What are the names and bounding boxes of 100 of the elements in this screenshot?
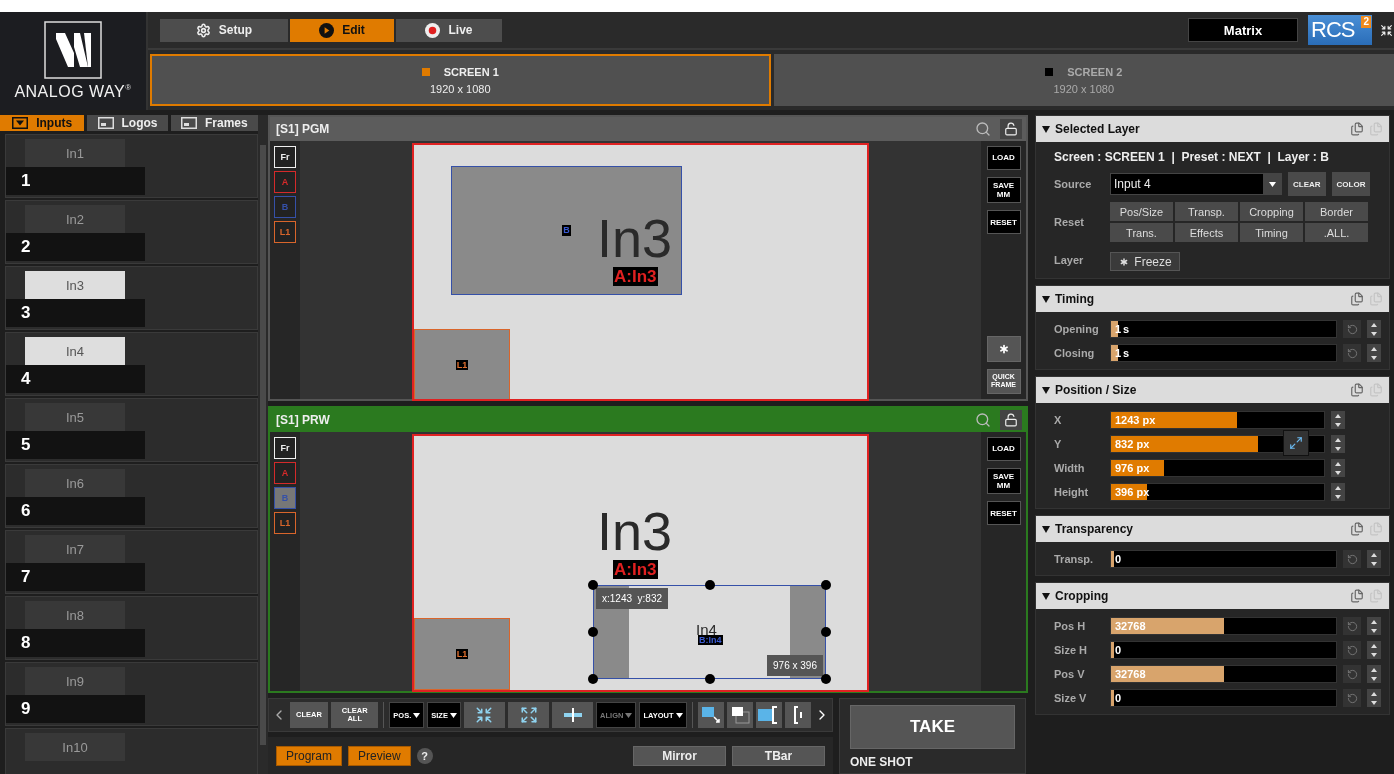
input-tile[interactable]: In10 [5,728,258,774]
spin-buttons[interactable] [1331,483,1345,501]
input-tile[interactable]: In4 4 [5,332,258,396]
spin-buttons[interactable] [1331,459,1345,477]
reset-option-button[interactable]: Transp. [1175,202,1238,221]
resize-handle[interactable] [821,674,831,684]
spin-buttons[interactable] [1367,689,1381,707]
mirror-button[interactable]: Mirror [633,745,726,766]
spin-buttons[interactable] [1367,617,1381,635]
screen-tab[interactable]: SCREEN 2 1920 x 1080 [773,54,1394,106]
monitor-button[interactable]: LOAD [986,146,1021,170]
layer-rectangle[interactable]: In4 B:In4 x:1243 y:832 976 x 396 [593,585,826,679]
monitor-button[interactable]: RESET [986,210,1021,235]
mode-tab[interactable]: Live [396,18,502,42]
reset-option-button[interactable]: Cropping [1240,202,1303,221]
screen-tab[interactable]: SCREEN 1 1920 x 1080 [150,54,771,106]
input-tile[interactable]: In3 3 [5,266,258,330]
layer-button[interactable]: L1 [274,221,296,243]
monitor-button[interactable]: SAVE MM [986,468,1021,495]
monitor-button[interactable]: SAVE MM [986,177,1021,204]
logo-layer[interactable]: L1 [414,618,510,690]
spin-buttons[interactable] [1367,344,1381,362]
value-slider[interactable]: 1 s [1110,320,1337,338]
section-header[interactable]: Selected Layer [1036,116,1389,142]
library-tab[interactable]: Frames [170,115,258,131]
monitor-button[interactable]: RESET [986,501,1021,526]
value-slider[interactable]: 0 [1110,689,1337,707]
section-header[interactable]: Position / Size [1036,377,1389,403]
layer-button[interactable]: Fr [274,437,296,459]
reset-option-button[interactable]: Border [1305,202,1368,221]
resize-handle[interactable] [821,627,831,637]
reset-option-button[interactable]: Pos/Size [1110,202,1173,221]
monitor-button[interactable]: LOAD [986,437,1021,461]
input-tile[interactable]: In8 8 [5,596,258,660]
unlock-icon[interactable] [1000,119,1022,139]
view-toggle[interactable]: Preview [348,745,411,766]
tool-button[interactable] [726,702,753,728]
reset-option-button[interactable]: Timing [1240,223,1303,242]
aspect-ratio-button[interactable] [1283,430,1309,456]
tool-button[interactable] [755,702,782,728]
layer-button[interactable]: L1 [274,512,296,534]
reset-option-button[interactable]: Trans. [1110,223,1173,242]
logo-layer[interactable]: L1 [414,329,510,399]
value-slider[interactable]: 0 [1110,641,1337,659]
reset-option-button[interactable]: .ALL. [1305,223,1368,242]
tool-button[interactable] [697,702,724,728]
freeze-button[interactable] [986,335,1021,362]
spin-buttons[interactable] [1367,641,1381,659]
input-tile[interactable]: In5 5 [5,398,258,462]
spin-buttons[interactable] [1367,550,1381,568]
resize-handle[interactable] [821,580,831,590]
input-tile[interactable]: In2 2 [5,200,258,264]
value-slider[interactable]: 0 [1110,550,1337,568]
tbar-button[interactable]: TBar [732,745,825,766]
resize-handle[interactable] [704,674,715,684]
spin-buttons[interactable] [1331,411,1345,429]
slider-value: 976 px [1115,462,1150,474]
section-header[interactable]: Cropping [1036,583,1389,609]
tool-button[interactable] [552,702,594,728]
source-select[interactable]: Input 4 [1110,173,1282,195]
tool-button[interactable] [784,702,811,728]
source-button[interactable]: COLOR [1331,172,1371,196]
resize-handle[interactable] [588,674,598,684]
take-button[interactable]: TAKE [850,705,1015,749]
help-icon[interactable]: ? [416,747,433,764]
unlock-icon[interactable] [1000,410,1022,430]
library-tab[interactable]: Inputs [0,115,85,131]
layer-button[interactable]: Fr [274,146,296,168]
field-label: Transp. [1054,553,1095,565]
section-header[interactable]: Transparency [1036,516,1389,542]
resize-handle[interactable] [704,580,715,590]
input-tile[interactable]: In6 6 [5,464,258,528]
copy-icon[interactable] [1350,383,1364,397]
mode-tab[interactable]: Setup [160,18,288,42]
layer-tag: L1 [455,648,469,660]
mode-tab[interactable]: Edit [290,18,394,42]
spin-buttons[interactable] [1367,665,1381,683]
input-tile[interactable]: In7 7 [5,530,258,594]
library-tab[interactable]: Logos [87,115,168,131]
tool-button[interactable] [508,702,550,728]
matrix-button[interactable]: Matrix [1188,18,1298,42]
scrollbar-thumb[interactable] [260,145,266,745]
gear-icon [195,22,211,38]
copy-icon[interactable] [1350,122,1364,136]
section-header[interactable]: Timing [1036,286,1389,312]
spin-buttons[interactable] [1331,435,1345,453]
spin-buttons[interactable] [1367,320,1381,338]
input-tile[interactable]: In1 1 [5,134,258,198]
tool-button[interactable] [463,702,505,728]
resize-handle[interactable] [588,580,598,590]
freeze-button[interactable]: Freeze [1110,252,1180,271]
value-slider[interactable]: 1 s [1110,344,1337,362]
view-toggle[interactable]: Program [276,745,342,766]
copy-icon[interactable] [1350,292,1364,306]
input-tile[interactable]: In9 9 [5,662,258,726]
copy-icon[interactable] [1350,522,1364,536]
source-button[interactable]: CLEAR [1288,172,1326,196]
reset-option-button[interactable]: Effects [1175,223,1238,242]
copy-icon[interactable] [1350,589,1364,603]
resize-handle[interactable] [588,627,598,637]
